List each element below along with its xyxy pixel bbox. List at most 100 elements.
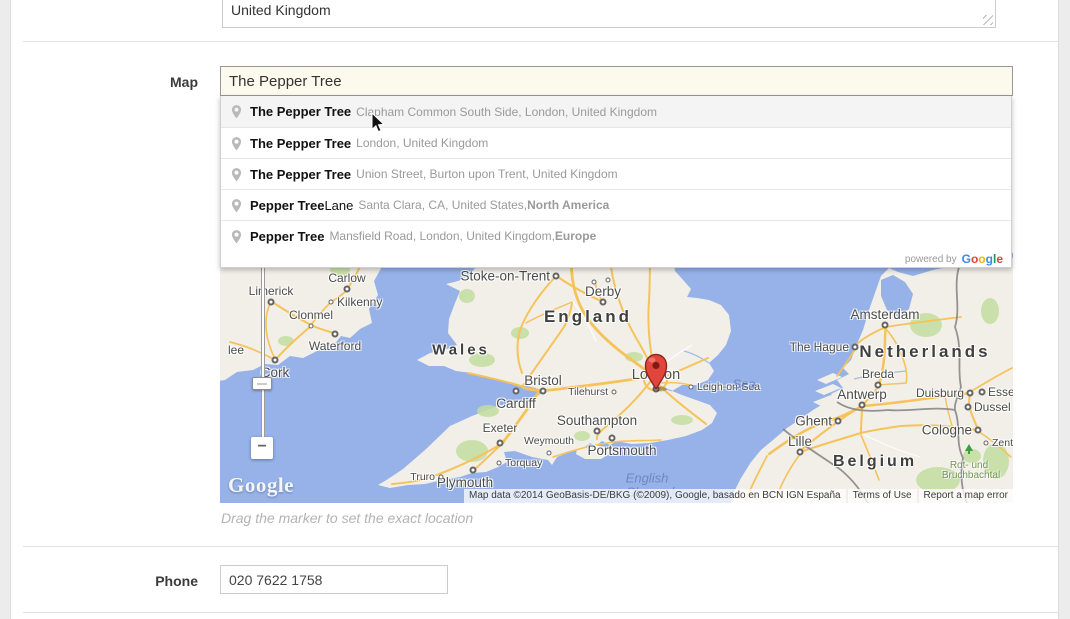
city-dot (592, 280, 597, 285)
suggestion-main: The Pepper Tree (250, 136, 351, 151)
map-city-label: Limerick (249, 284, 294, 298)
map-canvas[interactable]: LimerickleeCarlowKilkennyClonmelWaterfor… (220, 253, 1013, 503)
city-dot (344, 286, 351, 293)
city-dot (547, 451, 552, 456)
location-pin-icon (231, 104, 242, 119)
phone-input[interactable] (220, 565, 448, 594)
powered-by-google: powered by Google (221, 251, 1011, 267)
city-dot (612, 390, 617, 395)
city-dot (470, 467, 477, 474)
map-city-label: Exeter (483, 421, 518, 435)
city-dot (332, 331, 339, 338)
map-city-label: Duisburg (916, 386, 964, 400)
map-area-label: Bruchbachtal (942, 470, 1000, 481)
suggestion-main: The Pepper Tree (250, 167, 351, 182)
location-pin-icon (231, 229, 242, 244)
report-map-error-link[interactable]: Report a map error (919, 489, 1013, 503)
city-dot (859, 402, 866, 409)
map-city-label: Clonmel (289, 308, 333, 322)
suggestion-secondary: Clapham Common South Side, London, Unite… (356, 105, 657, 119)
location-pin-icon (231, 136, 242, 151)
map-region-label: England (544, 307, 632, 327)
google-logo-letter: o (978, 252, 985, 266)
country-textarea[interactable]: United Kingdom (222, 0, 996, 28)
city-dot (600, 299, 607, 306)
map-city-label: Torquay (505, 457, 542, 469)
map-city-label: Amsterdam (850, 307, 919, 322)
map-city-label: Portsmouth (587, 443, 656, 458)
map-field-label: Map (18, 74, 198, 90)
divider (23, 41, 1058, 42)
city-dot (309, 324, 314, 329)
map-city-label: Truro (410, 471, 435, 483)
map-city-label: Plymouth (437, 475, 493, 490)
terms-of-use-link[interactable]: Terms of Use (848, 489, 917, 503)
city-dot (272, 357, 279, 364)
divider (23, 546, 1058, 547)
google-watermark: Google (228, 473, 294, 498)
city-dot (268, 299, 275, 306)
city-dot (979, 389, 986, 396)
autocomplete-item[interactable]: Pepper Tree Lane Santa Clara, CA, United … (221, 189, 1011, 220)
map-city-label: Weymouth (524, 435, 574, 447)
city-dot (835, 418, 842, 425)
city-dot (984, 441, 989, 446)
map-city-label: Waterford (309, 339, 361, 353)
map-help-text: Drag the marker to set the exact locatio… (221, 510, 473, 526)
city-dot (689, 385, 694, 390)
autocomplete-item[interactable]: The Pepper Tree Clapham Common South Side… (221, 96, 1011, 127)
map-city-label: Ghent (795, 414, 832, 429)
suggestion-main-plain: Lane (324, 198, 353, 213)
autocomplete-item[interactable]: The Pepper TreeLondon, United Kingdom (221, 127, 1011, 158)
map-city-label: Lille (788, 434, 812, 449)
autocomplete-list: The Pepper Tree Clapham Common South Side… (221, 96, 1011, 251)
zoom-slider-track[interactable] (261, 253, 265, 443)
map-city-label: Derby (585, 284, 621, 299)
map-city-label: Tilehurst (568, 386, 608, 398)
map-city-label: Southampton (557, 413, 637, 428)
map-marker[interactable] (641, 351, 671, 393)
city-dot (553, 273, 560, 280)
zoom-slider-thumb[interactable] (252, 377, 272, 390)
map-city-label: Zentr (992, 437, 1013, 449)
attribution-text: Map data ©2014 GeoBasis-DE/BKG (©2009), … (464, 489, 846, 503)
autocomplete-item[interactable]: The Pepper TreeUnion Street, Burton upon… (221, 158, 1011, 189)
map-city-label: Antwerp (837, 387, 887, 402)
suggestion-secondary: Santa Clara, CA, United States, (358, 198, 527, 212)
divider (23, 612, 1058, 613)
city-dot (497, 461, 502, 466)
suggestion-secondary-bold: Europe (555, 229, 596, 243)
map-city-label: Cardiff (496, 396, 536, 411)
zoom-out-button[interactable]: − (251, 437, 273, 459)
map-search-input[interactable] (220, 66, 1013, 96)
city-dot (439, 475, 444, 480)
country-value: United Kingdom (231, 2, 331, 18)
city-dot (594, 428, 601, 435)
map-city-label: Breda (862, 367, 894, 381)
google-logo-letter: G (962, 252, 971, 266)
map-attribution: Map data ©2014 GeoBasis-DE/BKG (©2009), … (462, 489, 1013, 503)
location-pin-icon (231, 198, 242, 213)
map-sea-label: Sea (732, 377, 755, 392)
suggestion-main: Pepper Tree (250, 198, 324, 213)
map-city-label: Cologne (922, 423, 972, 438)
map-city-label: Dussel (974, 400, 1011, 414)
city-dot (329, 300, 334, 305)
autocomplete-dropdown: The Pepper Tree Clapham Common South Side… (220, 96, 1012, 268)
resize-grip-icon[interactable] (983, 15, 993, 25)
map-city-label: Carlow (328, 271, 365, 285)
map-region-label: Belgium (833, 453, 917, 471)
city-dot (606, 278, 611, 283)
powered-by-text: powered by (905, 254, 957, 265)
phone-field-label: Phone (18, 573, 198, 589)
suggestion-secondary-bold: North America (527, 198, 609, 212)
map-city-label: The Hague (790, 340, 849, 354)
suggestion-main: The Pepper Tree (250, 104, 351, 119)
city-dot (497, 440, 504, 447)
city-dot (965, 404, 972, 411)
page: { "form": { "country_value": "United Kin… (0, 0, 1070, 619)
city-dot (852, 344, 859, 351)
autocomplete-item[interactable]: Pepper TreeMansfield Road, London, Unite… (221, 220, 1011, 251)
map-city-label: Bristol (524, 373, 562, 388)
map-sea-label: English (626, 471, 669, 486)
